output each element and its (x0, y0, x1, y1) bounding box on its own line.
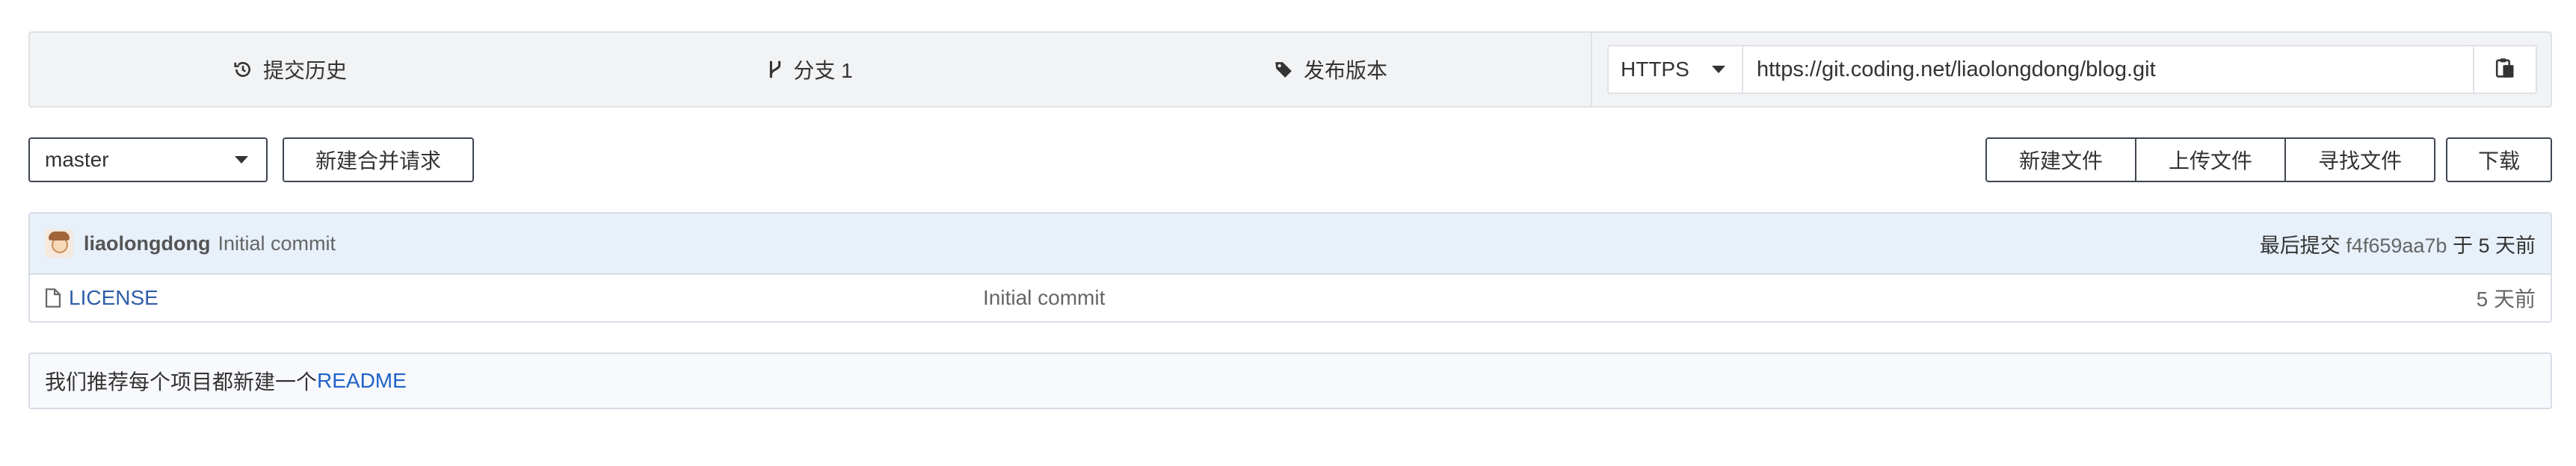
branch-select[interactable]: master (28, 137, 268, 182)
file-commit-time: 5 天前 (2476, 288, 2536, 311)
avatar[interactable] (45, 229, 73, 258)
clone-protocol-select[interactable]: HTTPS (1609, 46, 1743, 93)
branches-label: 分支 1 (793, 59, 853, 82)
clone-protocol-label: HTTPS (1621, 58, 1689, 81)
file-name: LICENSE (69, 286, 158, 309)
commit-hash-link[interactable]: f4f659aa7b (2346, 234, 2447, 257)
readme-hint: 我们推荐每个项目都新建一个 README (28, 352, 2552, 409)
branches-link[interactable]: 分支 1 (550, 33, 1070, 106)
commits-history-label: 提交历史 (262, 59, 347, 82)
readme-hint-text: 我们推荐每个项目都新建一个 (45, 370, 318, 394)
new-file-button[interactable]: 新建文件 (1987, 139, 2135, 181)
history-icon (233, 60, 253, 79)
file-actions-group: 新建文件 上传文件 寻找文件 (1985, 137, 2435, 182)
file-link[interactable]: LICENSE (45, 286, 158, 310)
clone-url-input[interactable] (1743, 46, 2473, 93)
copy-url-button[interactable] (2473, 46, 2536, 93)
new-merge-request-button[interactable]: 新建合并请求 (283, 137, 474, 182)
branch-select-value: master (45, 148, 109, 171)
find-file-button[interactable]: 寻找文件 (2284, 139, 2434, 181)
last-commit-prefix: 最后提交 (2259, 234, 2341, 257)
releases-link[interactable]: 发布版本 (1070, 33, 1591, 106)
download-button[interactable]: 下载 (2446, 137, 2552, 182)
upload-file-button[interactable]: 上传文件 (2135, 139, 2284, 181)
table-row: LICENSE Initial commit 5 天前 (30, 275, 2551, 321)
repo-stats-bar: 提交历史 分支 1 发布版本 HTTPS https://git.coding.… (28, 31, 2552, 108)
releases-label: 发布版本 (1303, 59, 1387, 82)
file-commit-message[interactable]: Initial commit (983, 286, 1105, 310)
repo-toolbar: master 新建合并请求 新建文件 上传文件 寻找文件 下载 (28, 137, 2552, 182)
chevron-down-icon (235, 156, 248, 164)
last-commit-time: 于 5 天前 (2452, 234, 2536, 257)
commits-history-link[interactable]: 提交历史 (30, 33, 550, 106)
file-icon (45, 288, 61, 308)
commit-author-link[interactable]: liaolongdong (84, 232, 210, 255)
branch-icon (768, 59, 783, 80)
commit-message: Initial commit (218, 232, 336, 255)
clone-section: HTTPS (1592, 33, 2551, 106)
readme-link[interactable]: README (317, 369, 407, 393)
tag-icon (1274, 60, 1293, 79)
repo-stats: 提交历史 分支 1 发布版本 (30, 33, 1592, 106)
last-commit-row: liaolongdong Initial commit 最后提交 f4f659a… (30, 214, 2551, 275)
clone-url-box: HTTPS (1607, 45, 2537, 94)
repo-page: 提交历史 分支 1 发布版本 HTTPS https://git.coding.… (28, 31, 2552, 409)
file-list: liaolongdong Initial commit 最后提交 f4f659a… (28, 212, 2552, 323)
last-commit-info: 最后提交 f4f659aa7b 于 5 天前 (2260, 229, 2536, 258)
chevron-down-icon (1712, 66, 1725, 73)
clipboard-icon (2495, 58, 2515, 82)
